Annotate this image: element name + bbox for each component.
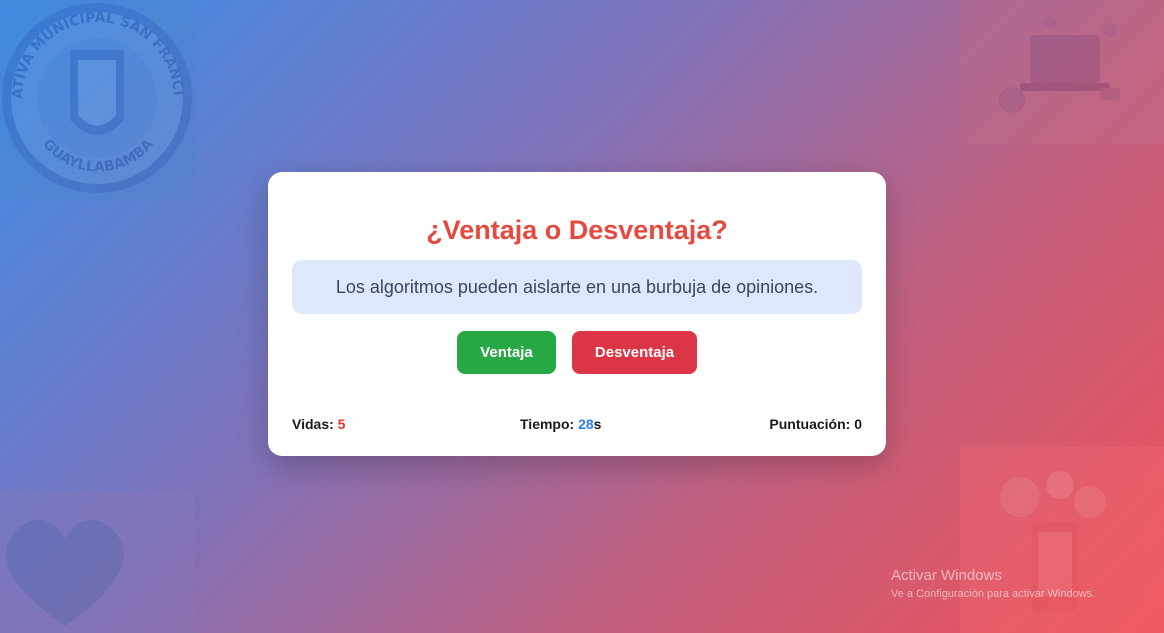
statement-text: Los algoritmos pueden aislarte en una bu…: [335, 276, 819, 297]
time-label: Tiempo:: [520, 416, 575, 432]
disadvantage-button[interactable]: Desventaja: [572, 331, 697, 374]
smartphone-icon: [1000, 471, 1106, 612]
devices-illustration: [960, 0, 1164, 144]
time-unit: s: [593, 416, 602, 432]
lives-label: Vidas:: [292, 416, 334, 432]
laptop-icon: [999, 16, 1120, 113]
statement-box: Los algoritmos pueden aislarte en una bu…: [292, 260, 862, 314]
game-card: ¿Ventaja o Desventaja? Los algoritmos pu…: [268, 172, 886, 456]
phone-social-illustration: [960, 447, 1164, 633]
time-value: 28: [578, 416, 594, 432]
windows-activation-watermark: Activar Windows Ve a Configuración para …: [891, 567, 1095, 600]
lives-counter: Vidas: 5: [292, 416, 345, 432]
lives-value: 5: [337, 416, 346, 432]
watermark-title: Activar Windows: [891, 567, 1002, 584]
heart-icon: [6, 520, 124, 626]
score-value: 0: [854, 416, 862, 432]
school-seal-logo: UNIDAD EDUCATIVA MUNICIPAL SAN FRANCISCO…: [0, 0, 192, 193]
game-title: ¿Ventaja o Desventaja?: [426, 215, 728, 245]
timer: Tiempo: 28s: [520, 416, 601, 432]
score-label: Puntuación:: [769, 416, 851, 432]
watermark-subtitle: Ve a Configuración para activar Windows.: [891, 588, 1096, 600]
heart-apps-illustration: [0, 491, 194, 633]
school-seal-image: UNIDAD EDUCATIVA MUNICIPAL SAN FRANCISCO…: [0, 0, 194, 200]
advantage-button[interactable]: Ventaja: [457, 331, 556, 374]
score-counter: Puntuación: 0: [769, 416, 862, 432]
